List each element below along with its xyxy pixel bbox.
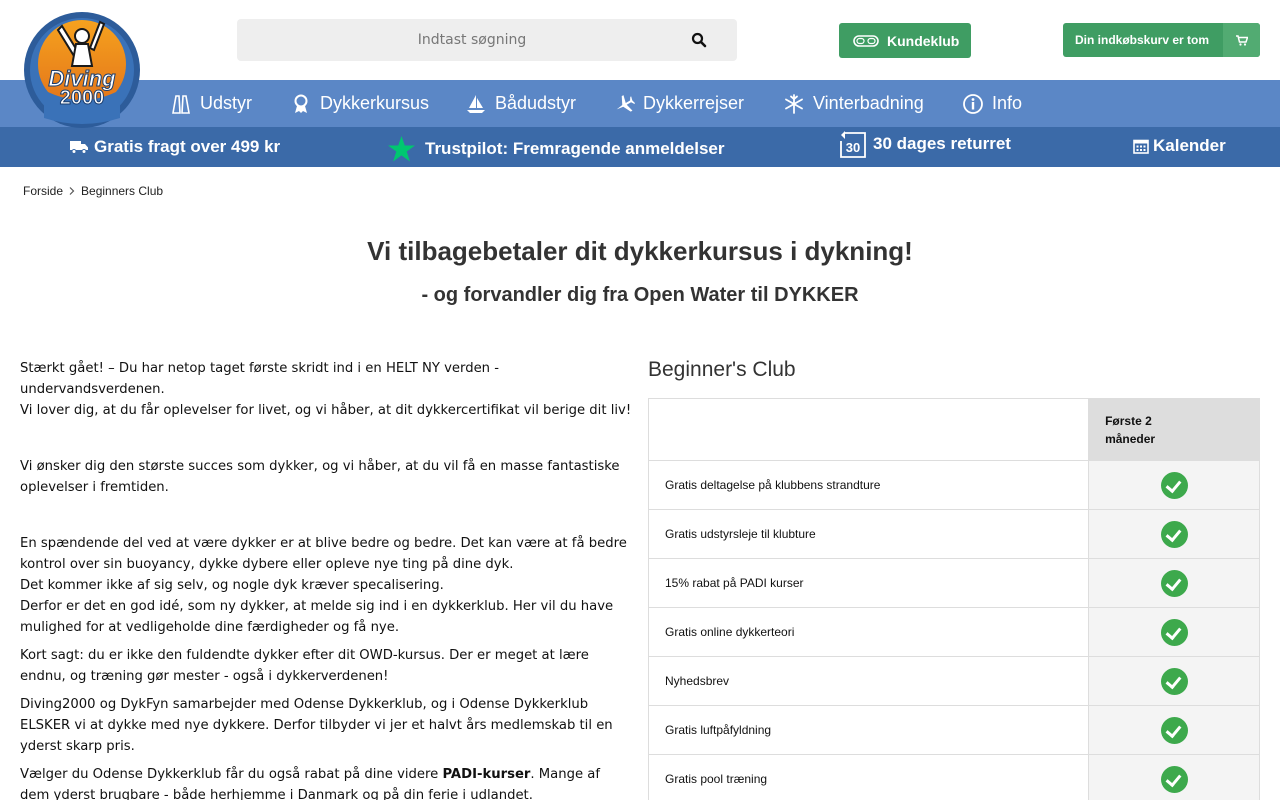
intro-text: Stærkt gået! – Du har netop taget første… (20, 358, 632, 800)
check-icon (1160, 569, 1188, 597)
intro-p6-a: Vælger du Odense Dykkerklub får du også … (20, 767, 443, 782)
fins-icon (172, 94, 190, 114)
nav-item-dykkerkursus[interactable]: Dykkerkursus (290, 80, 429, 127)
usp-trustpilot[interactable]: Trustpilot: Fremragende anmeldelser (388, 129, 724, 169)
nav-item-udstyr[interactable]: Udstyr (170, 80, 252, 127)
nav-label: Info (992, 93, 1023, 113)
feature-label: Gratis pool træning (647, 754, 1090, 800)
kundeklub-label: Kundeklub (887, 32, 960, 49)
nav-label: Vinterbadning (813, 93, 924, 113)
breadcrumb-current: Beginners Club (81, 184, 164, 198)
chevron-right-icon (69, 187, 75, 195)
trustpilot-star-icon (388, 136, 415, 162)
padi-kurser-link[interactable]: PADI-kurser (442, 767, 530, 782)
table-row: 15% rabat på PADI kurser (647, 558, 1260, 608)
site-logo[interactable]: Diving 2000 (22, 6, 142, 130)
cart-label: Din indkøbskurv er tom (1075, 33, 1210, 47)
feature-label: Gratis udstyrsleje til klubture (647, 509, 1090, 559)
usp-shipping-label: Gratis fragt over 499 kr (94, 137, 281, 156)
check-icon (1160, 716, 1188, 744)
kundeklub-button[interactable]: Kundeklub (839, 23, 971, 58)
svg-text:2000: 2000 (60, 87, 105, 109)
intro-p5: Diving2000 og DykFyn samarbejder med Ode… (20, 697, 613, 754)
nav-item-vinterbadning[interactable]: Vinterbadning (783, 80, 924, 127)
award-icon (294, 94, 308, 113)
site-header: Diving 2000 Kundeklub Din indkøbskurv er… (0, 0, 1280, 128)
info-icon (963, 93, 983, 114)
nav-item-info[interactable]: Info (962, 80, 1022, 127)
nav-label: Bådudstyr (495, 93, 577, 113)
nav-label: Dykkerkursus (320, 93, 430, 113)
intro-p2: Vi ønsker dig den største succes som dyk… (20, 459, 620, 495)
breadcrumb-home[interactable]: Forside (23, 184, 63, 198)
table-header-row: Første 2 måneder (647, 398, 1260, 461)
table-row: Gratis udstyrsleje til klubture (647, 509, 1260, 559)
main-nav: Udstyr Dykkerkursus Bådudstyr Dykkerrejs… (0, 80, 1280, 127)
calendar-icon (1133, 139, 1149, 154)
intro-p1-line1: Stærkt gået! – Du har netop taget første… (20, 361, 499, 397)
boat-icon (467, 94, 485, 113)
page-title: Vi tilbagebetaler dit dykkerkursus i dyk… (367, 236, 913, 266)
table-row: Gratis online dykkerteori (647, 607, 1260, 657)
intro-p3-line2: Det kommer ikke af sig selv, og nogle dy… (20, 578, 444, 593)
usp-returns[interactable]: 30 30 dages returret (839, 124, 1011, 164)
check-icon (1160, 471, 1188, 499)
feature-label: 15% rabat på PADI kurser (647, 558, 1090, 608)
check-icon (1160, 667, 1188, 695)
nav-label: Dykkerrejser (643, 93, 745, 113)
nav-label: Udstyr (200, 93, 253, 113)
check-icon (1160, 618, 1188, 646)
breadcrumb: Forside Beginners Club (23, 184, 163, 198)
cart-icon-button[interactable] (1223, 23, 1260, 57)
period-header: Første 2 måneder (1088, 398, 1260, 461)
page-subtitle: - og forvandler dig fra Open Water til D… (421, 284, 859, 306)
usp-bar: Gratis fragt over 499 kr Trustpilot: Fre… (0, 127, 1280, 167)
usp-returns-label: 30 dages returret (873, 134, 1011, 153)
shopping-cart-icon (1235, 34, 1248, 46)
table-row: Gratis deltagelse på klubbens strandture (647, 460, 1260, 510)
table-row: Gratis luftpåfyldning (647, 705, 1260, 755)
intro-p3-line1: En spændende del ved at være dykker er a… (20, 536, 627, 572)
table-row: Gratis pool træning (647, 754, 1260, 800)
usp-shipping[interactable]: Gratis fragt over 499 kr (70, 127, 280, 167)
search-box (237, 19, 737, 61)
intro-p3-line3: Derfor er det en god idé, som ny dykker,… (20, 599, 614, 635)
search-icon[interactable] (691, 32, 707, 48)
usp-calendar[interactable]: Kalender (1133, 126, 1226, 166)
truck-icon (70, 141, 88, 154)
diving2000-logo-icon: Diving 2000 (24, 12, 140, 128)
return-30-icon: 30 (840, 131, 866, 158)
plane-icon (616, 94, 635, 112)
club-title: Beginner's Club (648, 358, 796, 381)
feature-label: Gratis deltagelse på klubbens strandture (647, 460, 1090, 510)
club-benefits-table: Første 2 måneder Gratis deltagelse på kl… (647, 398, 1260, 800)
check-icon (1160, 520, 1188, 548)
usp-trustpilot-label: Trustpilot: Fremragende anmeldelser (425, 139, 725, 158)
table-row: Nyhedsbrev (647, 656, 1260, 706)
nav-item-dykkerrejser[interactable]: Dykkerrejser (613, 80, 744, 127)
intro-p4: Kort sagt: du er ikke den fuldendte dykk… (20, 648, 589, 684)
feature-header-cell (647, 398, 1090, 461)
return-days-number: 30 (846, 140, 860, 155)
feature-label: Gratis online dykkerteori (647, 607, 1090, 657)
cart-button[interactable]: Din indkøbskurv er tom (1063, 23, 1260, 57)
intro-p1-line2: Vi lover dig, at du får oplevelser for l… (20, 403, 632, 418)
goggles-icon (853, 34, 879, 47)
nav-item-badudstyr[interactable]: Bådudstyr (465, 80, 576, 127)
feature-label: Gratis luftpåfyldning (647, 705, 1090, 755)
snowflake-icon (785, 93, 803, 114)
search-input[interactable] (237, 19, 707, 61)
check-icon (1160, 765, 1188, 793)
usp-calendar-label: Kalender (1153, 136, 1226, 155)
feature-label: Nyhedsbrev (647, 656, 1090, 706)
